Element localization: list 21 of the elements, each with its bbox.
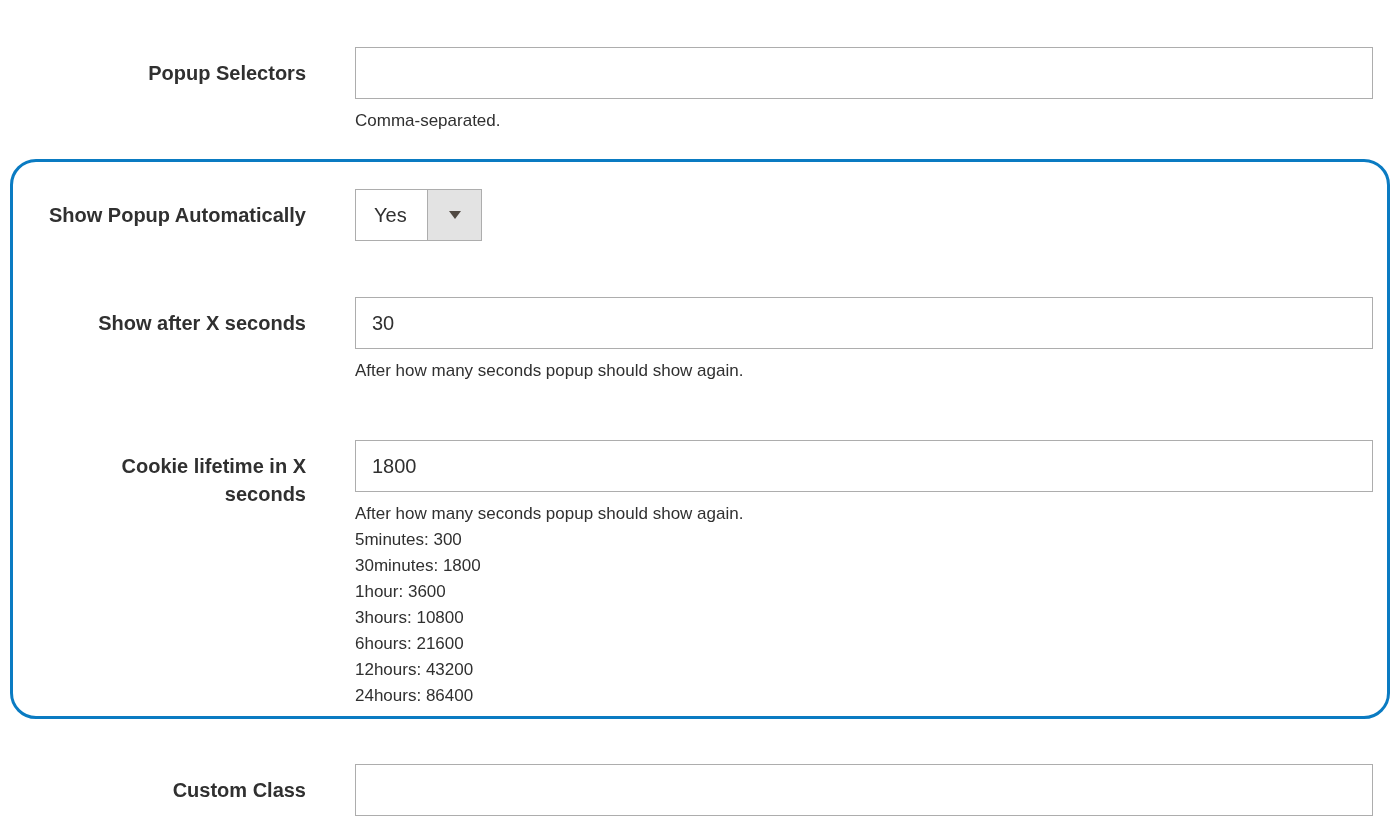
input-field[interactable]: 30 (355, 297, 1373, 349)
field-label: Show Popup Automatically (48, 203, 306, 228)
help-text: 3hours: 10800 (355, 607, 465, 629)
field-label: Popup Selectors (148, 61, 306, 86)
help-text: 6hours: 21600 (355, 633, 465, 655)
help-text: 1hour: 3600 (355, 581, 447, 603)
input-field[interactable] (355, 47, 1373, 99)
select-dropdown[interactable]: Yes (355, 189, 482, 241)
help-text: 5minutes: 300 (355, 529, 463, 551)
input-field[interactable]: 1800 (355, 440, 1373, 492)
help-text: After how many seconds popup should show again. (355, 360, 745, 382)
help-text: After how many seconds popup should show again. (355, 503, 745, 525)
help-text: 24hours: 86400 (355, 685, 475, 707)
field-label: Cookie lifetime in X seconds (120, 454, 306, 507)
help-text: 30minutes: 1800 (355, 555, 482, 577)
field-label: Custom Class (172, 778, 306, 803)
input-field[interactable] (355, 764, 1373, 816)
help-text: 12hours: 43200 (355, 659, 475, 681)
caret-icon (448, 211, 461, 219)
help-text: Comma-separated. (355, 110, 502, 132)
field-label: Show after X seconds (98, 311, 306, 336)
